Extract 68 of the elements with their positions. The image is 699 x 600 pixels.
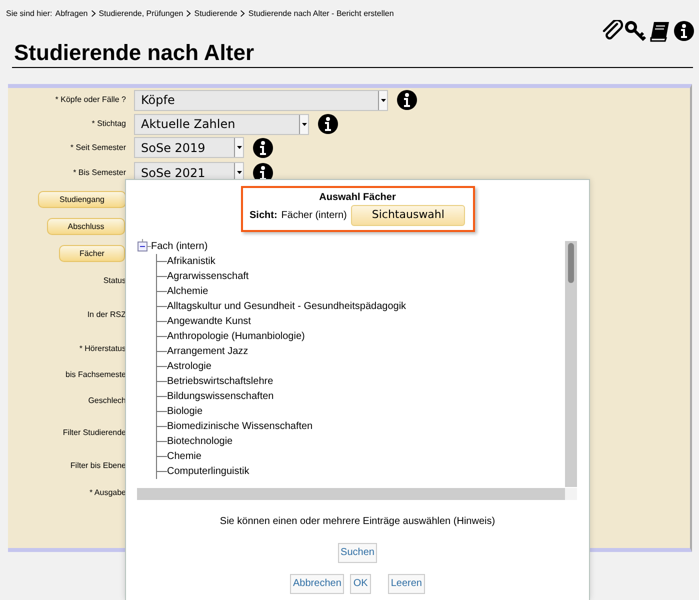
scroll-thumb[interactable] (568, 242, 574, 282)
dialog-button[interactable]: OK (350, 574, 371, 594)
breadcrumb-link[interactable]: Studierende, Prüfungen (98, 8, 184, 20)
view-select-button[interactable]: Sichtauswahl (350, 205, 466, 226)
tree-item[interactable]: Bildungswissenschaften (167, 388, 274, 404)
breadcrumb-link[interactable]: Abfragen (55, 8, 88, 20)
filter-button[interactable]: Fächer (59, 245, 125, 262)
page-title: Studierende nach Alter (12, 39, 693, 68)
field-label: * Bis Semester (72, 166, 126, 178)
filter-button[interactable]: Abschluss (47, 218, 125, 235)
info-icon (673, 20, 695, 42)
tree-item[interactable]: Betriebswirtschaftslehre (167, 374, 274, 388)
dialog-title: Auswahl Fächer (318, 191, 397, 205)
dialog-button[interactable]: Leeren (388, 574, 425, 594)
field-label: * Stichtag (90, 118, 126, 130)
field-label: Filter bis Ebene (69, 460, 126, 472)
tree-item[interactable]: Astrologie (167, 358, 212, 374)
select-field[interactable]: SoSe 2019 (134, 137, 244, 158)
field-label: Status (102, 274, 126, 286)
key-icon (625, 20, 647, 42)
tree-node[interactable]: Fach (intern) (151, 238, 208, 254)
tree-item[interactable]: Angewandte Kunst (167, 314, 251, 328)
view-label: Sicht: (250, 208, 278, 223)
vertical-scrollbar[interactable] (565, 240, 577, 486)
field-label: Geschlech (87, 394, 126, 406)
select-field[interactable]: Aktuelle Zahlen (134, 114, 309, 134)
tree-item[interactable]: Computerlinguistik (167, 464, 250, 478)
tree-item[interactable]: Agrarwissenschaft (167, 268, 249, 284)
field-label: * Seit Semester (69, 142, 126, 154)
chevron-icon (186, 10, 192, 17)
dropdown-arrow-icon (380, 98, 386, 102)
breadcrumb-label: Sie sind hier: (6, 8, 52, 20)
view-value: Fächer (intern) (281, 208, 347, 223)
dropdown-arrow-icon (302, 122, 306, 126)
field-label: Filter Studierende (62, 427, 126, 439)
field-label: bis Fachsemeste (64, 368, 126, 380)
hint-link[interactable]: Hinweis (456, 516, 492, 526)
tree-item[interactable]: Biologie (167, 404, 203, 418)
dialog-button[interactable]: Abbrechen (290, 574, 344, 594)
info-icon (317, 113, 339, 135)
tree-item[interactable]: Anthropologie (Humanbiologie) (167, 328, 305, 344)
breadcrumb-link[interactable]: Studierende (194, 8, 238, 20)
tree-item[interactable]: Biomedizinische Wissenschaften (167, 418, 313, 434)
filter-button[interactable]: Studiengang (38, 191, 126, 208)
dropdown-arrow-icon (236, 171, 242, 174)
field-label: * Hörerstatus (78, 342, 126, 354)
hint-text: Sie können einen oder mehrere Einträge auswählen (Hinweis) (218, 514, 496, 528)
chevron-icon (240, 10, 246, 17)
info-icon (252, 136, 274, 158)
paperclip-icon (601, 20, 623, 42)
tree-item[interactable]: Afrikanistik (167, 254, 216, 268)
search-button[interactable]: Suchen (338, 542, 378, 562)
breadcrumb-current: Studierende nach Alter - Bericht erstellen (248, 8, 394, 20)
info-icon (396, 89, 418, 111)
tree-item[interactable]: Alltagskultur und Gesundheit - Gesundheitspädagogik (167, 298, 406, 314)
horizontal-scrollbar[interactable] (137, 488, 565, 500)
field-label: * Köpfe oder Fälle ? (54, 94, 126, 106)
tree-item[interactable]: Chemie (167, 448, 202, 464)
tree-item[interactable]: Arrangement Jazz (167, 344, 248, 358)
dropdown-arrow-icon (236, 146, 242, 149)
book-icon (649, 20, 671, 42)
field-label: In der RSZ (86, 308, 126, 320)
chevron-icon (90, 10, 96, 17)
tree-item[interactable]: Alchemie (167, 284, 208, 298)
tree-item[interactable]: Biotechnologie (167, 434, 233, 448)
select-field[interactable]: Köpfe (134, 90, 388, 110)
scrollbar-corner (565, 488, 577, 500)
field-label: * Ausgabe (88, 486, 126, 498)
